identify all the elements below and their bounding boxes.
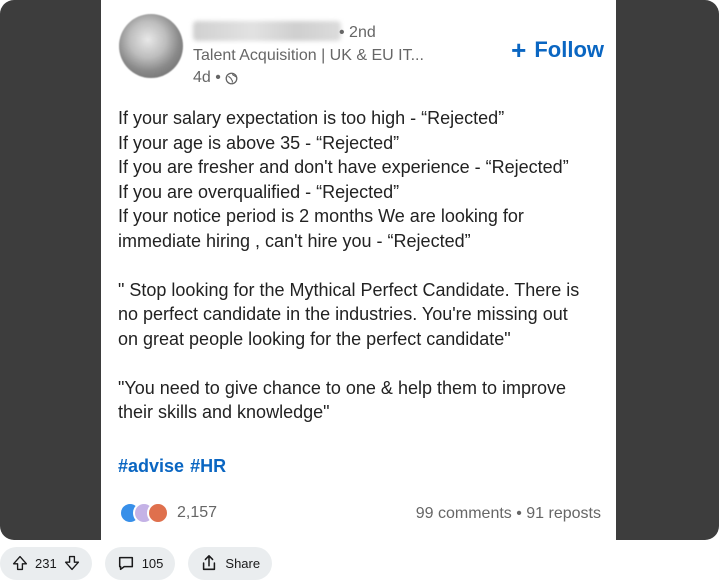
post-text-line: If you are overqualified - “Rejected” (118, 181, 400, 202)
author-headline: Talent Acquisition | UK & EU IT... (193, 47, 424, 64)
post-text-line: If your salary expectation is too high -… (118, 108, 505, 128)
hashtag-hr[interactable]: #HR (190, 456, 226, 477)
post-text-line: immediate hiring , can't hire you - “Rej… (118, 230, 471, 251)
share-button[interactable]: Share (188, 546, 273, 580)
arrow-up-icon[interactable] (12, 555, 28, 571)
post-text-line: no perfect candidate in the industries. … (118, 304, 568, 324)
hashtags: #advise #HR (118, 456, 226, 477)
linkedin-post-card: • 2nd Talent Acquisition | UK & EU IT...… (101, 0, 616, 540)
vote-pill: 231 (0, 546, 92, 580)
post-text-line: their skills and knowledge" (118, 402, 330, 422)
hashtag-advise[interactable]: #advise (118, 456, 184, 477)
post-time: 4d • (193, 69, 221, 86)
share-label: Share (225, 555, 261, 571)
follow-button[interactable]: + Follow (511, 37, 604, 63)
post-text-line: If your age is above 35 - “Rejected” (118, 132, 400, 153)
post-text-line: If your notice period is 2 months We are… (118, 206, 524, 226)
reaction-icons (119, 502, 171, 524)
follow-label: Follow (534, 37, 604, 62)
share-icon (200, 554, 218, 572)
reactions-summary[interactable]: 2,157 (119, 502, 217, 524)
globe-icon (225, 72, 238, 85)
author-name-blurred (193, 21, 341, 41)
avatar (119, 14, 183, 78)
post-text-line: on great people looking for the perfect … (118, 328, 511, 349)
reaction-count: 2,157 (177, 504, 218, 521)
plus-icon: + (511, 35, 527, 65)
post-text-line: " Stop looking for the Mythical Perfect … (118, 279, 580, 300)
comments-button[interactable]: 105 (104, 546, 176, 580)
post-media-image[interactable]: • 2nd Talent Acquisition | UK & EU IT...… (0, 0, 719, 540)
post-meta: 4d • (193, 69, 238, 87)
post-text-line: If you are fresher and don't have experi… (118, 157, 569, 177)
post-action-bar: 231 105 Share (0, 546, 285, 580)
comment-count: 105 (141, 555, 164, 571)
arrow-down-icon[interactable] (64, 555, 80, 571)
love-reaction-icon (147, 502, 169, 524)
vote-count: 231 (35, 555, 57, 571)
post-text: If your salary expectation is too high -… (118, 106, 608, 425)
connection-degree: • 2nd (339, 24, 376, 41)
post-text-line: "You need to give chance to one & help t… (118, 377, 567, 398)
comments-reposts-count[interactable]: 99 comments • 91 reposts (416, 505, 601, 523)
comment-bubble-icon (117, 554, 135, 572)
